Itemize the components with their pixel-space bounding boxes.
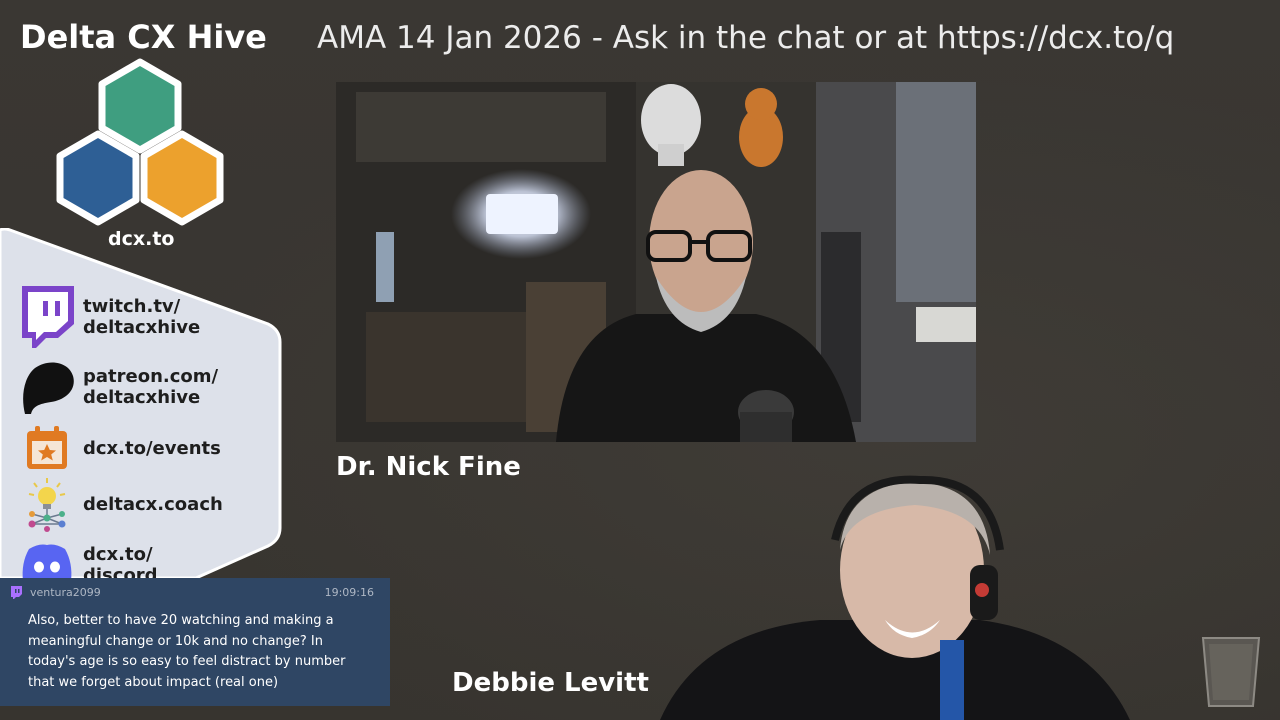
link-twitch[interactable]: twitch.tv/ deltacxhive <box>18 286 201 348</box>
ama-banner: AMA 14 Jan 2026 - Ask in the chat or at … <box>317 20 1175 56</box>
link-twitch-label: twitch.tv/ deltacxhive <box>83 296 201 338</box>
green-hexagon <box>98 58 182 154</box>
calendar-star-icon <box>18 419 76 477</box>
blue-hexagon <box>56 130 140 226</box>
brand-title: Delta CX Hive <box>20 18 267 56</box>
lightbulb-network-icon <box>18 475 76 533</box>
chat-username: ventura2099 <box>30 586 101 599</box>
link-events[interactable]: dcx.to/events <box>18 419 221 477</box>
orange-hexagon <box>140 130 224 226</box>
delta-cx-hive-logo <box>56 58 224 226</box>
main-speaker-label: Dr. Nick Fine <box>336 452 521 482</box>
twitch-icon <box>11 586 22 599</box>
second-speaker-label: Debbie Levitt <box>452 668 649 698</box>
chat-message-card: ventura2099 19:09:16 Also, better to hav… <box>0 578 390 706</box>
link-patreon-label: patreon.com/ deltacxhive <box>83 366 219 408</box>
patreon-icon <box>18 358 76 416</box>
link-patreon[interactable]: patreon.com/ deltacxhive <box>18 358 218 416</box>
link-coach-label: deltacx.coach <box>83 493 223 515</box>
second-video-feed <box>640 470 1140 720</box>
cup-icon <box>1201 637 1261 707</box>
chat-message-text: Also, better to have 20 watching and mak… <box>28 613 346 690</box>
link-coach[interactable]: deltacx.coach <box>18 475 223 533</box>
link-events-label: dcx.to/events <box>83 437 221 459</box>
chat-timestamp: 19:09:16 <box>324 586 374 599</box>
main-video-feed <box>336 82 976 442</box>
chat-message-header: ventura2099 19:09:16 <box>10 586 374 599</box>
twitch-icon <box>18 286 76 348</box>
